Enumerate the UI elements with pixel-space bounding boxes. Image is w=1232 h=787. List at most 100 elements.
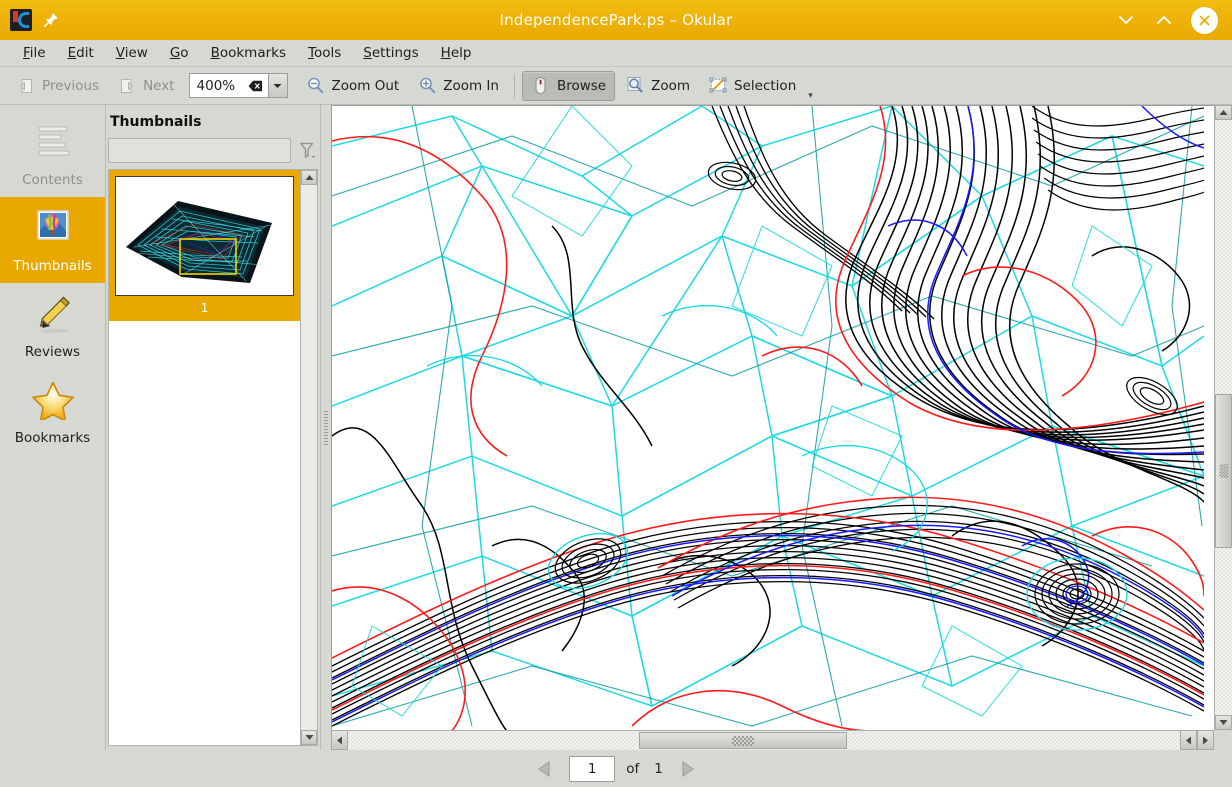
thumbnails-panel: Thumbnails 1: [106, 105, 321, 750]
thumbnails-scroll-track[interactable]: [301, 185, 317, 730]
splitter-grip: [324, 410, 328, 445]
of-label: of: [626, 760, 640, 777]
sidebar-item-contents-label: Contents: [22, 172, 83, 188]
triangle-right-icon[interactable]: [674, 758, 700, 780]
thumbnails-list: 1: [108, 169, 318, 746]
selection-icon: [708, 76, 728, 96]
browse-tool-button[interactable]: Browse: [521, 70, 616, 101]
triangle-left-icon[interactable]: [532, 758, 558, 780]
sidebar-item-thumbnails-label: Thumbnails: [13, 258, 92, 274]
sidebar-item-bookmarks[interactable]: Bookmarks: [0, 369, 105, 455]
funnel-icon[interactable]: [298, 141, 316, 161]
scroll-right-icon[interactable]: [1197, 730, 1214, 750]
thumbnails-scrollbar[interactable]: [300, 170, 317, 745]
scrollbar-corner: [1214, 730, 1232, 750]
menu-view[interactable]: View: [105, 42, 159, 64]
menu-bar: File Edit View Go Bookmarks Tools Settin…: [0, 40, 1232, 67]
sidebar-item-thumbnails[interactable]: Thumbnails: [0, 197, 105, 283]
zoom-out-label: Zoom Out: [331, 77, 400, 94]
viewer-hscroll-thumb[interactable]: [639, 732, 848, 749]
thumbnails-panel-title: Thumbnails: [110, 114, 202, 130]
pencil-icon: [29, 291, 77, 337]
zoom-in-icon: [417, 76, 437, 96]
zoom-combobox[interactable]: 400%: [188, 73, 288, 98]
contour-map-render: [332, 106, 1204, 730]
next-page-icon: [117, 76, 137, 96]
previous-page-icon: [16, 76, 36, 96]
menu-bookmarks[interactable]: Bookmarks: [200, 42, 297, 64]
sidebar-item-reviews[interactable]: Reviews: [0, 283, 105, 369]
scrollbar-grip: [732, 735, 755, 746]
previous-page-button[interactable]: Previous: [8, 72, 107, 100]
menu-settings[interactable]: Settings: [352, 42, 429, 64]
zoom-in-button[interactable]: Zoom In: [409, 72, 507, 100]
okular-logo-icon: [10, 9, 32, 31]
viewer-vscroll-track[interactable]: [1215, 120, 1232, 715]
zoom-tool-button[interactable]: Zoom: [617, 72, 698, 100]
status-bar: 1 of 1: [0, 750, 1232, 787]
viewer-hscroll-track[interactable]: [348, 730, 1180, 750]
scrollbar-grip: [1219, 464, 1228, 479]
scroll-left-icon[interactable]: [1180, 730, 1197, 750]
thumbnail-page-item[interactable]: 1: [109, 170, 300, 321]
viewer-horizontal-scrollbar[interactable]: [331, 730, 1232, 750]
menu-help[interactable]: Help: [430, 42, 483, 64]
next-page-label: Next: [143, 77, 175, 94]
viewer-vertical-scrollbar[interactable]: [1214, 105, 1232, 730]
thumbnails-scroll-area[interactable]: 1: [109, 170, 300, 745]
viewer-row: [331, 105, 1232, 730]
star-icon: [29, 377, 77, 423]
thumbnails-icon: [29, 205, 77, 251]
panel-splitter[interactable]: [321, 105, 331, 750]
document-viewer: [331, 105, 1232, 750]
scroll-left-icon[interactable]: [331, 730, 348, 750]
toolbar-overflow-icon[interactable]: ▾: [808, 91, 813, 101]
page-number-value: 1: [587, 760, 597, 777]
page-canvas[interactable]: [331, 105, 1214, 730]
window-title: IndependencePark.ps – Okular: [499, 11, 733, 29]
pin-icon[interactable]: [42, 11, 60, 29]
thumbnail-page-number: 1: [200, 300, 209, 315]
window-controls: [1115, 6, 1232, 34]
main-content: Contents Thumbnails Reviews Bookmarks Th…: [0, 105, 1232, 750]
clear-icon[interactable]: [248, 80, 263, 92]
total-pages-label: 1: [654, 760, 663, 777]
zoom-in-label: Zoom In: [443, 77, 499, 94]
zoom-tool-label: Zoom: [651, 77, 691, 94]
selection-tool-button[interactable]: Selection: [700, 72, 804, 100]
thumbnail-preview: [115, 176, 294, 296]
sidebar-item-reviews-label: Reviews: [24, 344, 81, 360]
page-number-input[interactable]: 1: [569, 755, 616, 782]
maximize-button[interactable]: [1153, 9, 1175, 31]
sidebar-nav: Contents Thumbnails Reviews Bookmarks: [0, 105, 106, 750]
scroll-up-icon[interactable]: [301, 170, 317, 185]
sidebar-item-contents[interactable]: Contents: [0, 111, 105, 197]
zoom-value: 400%: [196, 77, 236, 94]
browse-tool-label: Browse: [556, 77, 607, 94]
scroll-down-icon[interactable]: [301, 730, 317, 745]
thumbnails-filter-row: [106, 138, 320, 169]
sidebar-item-bookmarks-label: Bookmarks: [14, 430, 91, 446]
minimize-button[interactable]: [1115, 9, 1137, 31]
mouse-icon: [531, 76, 551, 96]
zoom-input[interactable]: 400%: [189, 74, 268, 97]
scroll-up-icon[interactable]: [1215, 105, 1232, 120]
title-bar: IndependencePark.ps – Okular: [0, 0, 1232, 40]
magnifier-icon: [625, 76, 645, 96]
zoom-out-icon: [306, 76, 326, 96]
menu-edit[interactable]: Edit: [57, 42, 105, 64]
zoom-out-button[interactable]: Zoom Out: [298, 72, 408, 100]
selection-tool-label: Selection: [734, 77, 797, 94]
menu-file[interactable]: File: [12, 42, 57, 64]
scroll-down-icon[interactable]: [1215, 715, 1232, 730]
next-page-button[interactable]: Next: [109, 72, 182, 100]
menu-tools[interactable]: Tools: [297, 42, 352, 64]
toolbar-separator: [513, 73, 515, 98]
menu-file-label: ile: [29, 45, 46, 61]
close-button[interactable]: [1191, 6, 1218, 34]
zoom-dropdown-button[interactable]: [267, 74, 287, 97]
main-toolbar: Previous Next 400% Zoom Out Zoom In Brow…: [0, 67, 1232, 105]
thumbnails-filter-input[interactable]: [108, 138, 291, 163]
menu-go[interactable]: Go: [159, 42, 200, 64]
viewer-vscroll-thumb[interactable]: [1215, 393, 1232, 549]
